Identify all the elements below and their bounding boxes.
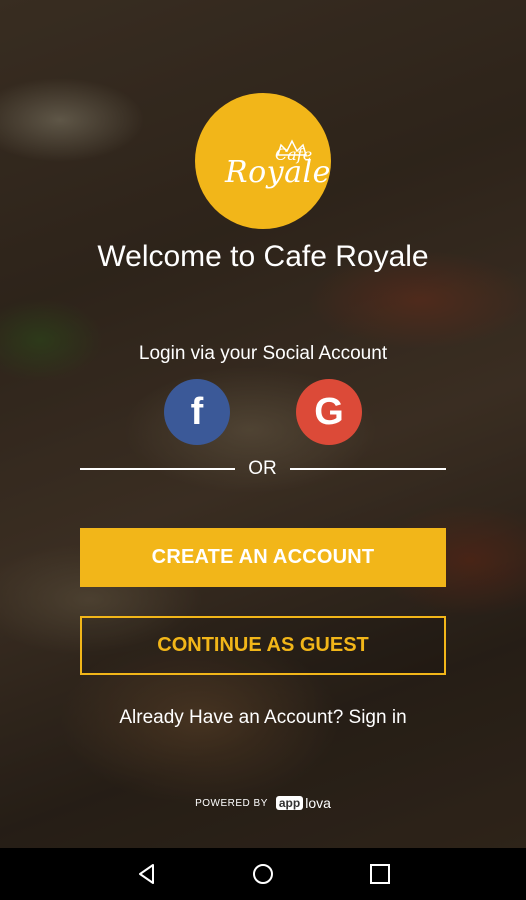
social-login-label: Login via your Social Account xyxy=(138,343,388,364)
home-icon[interactable] xyxy=(251,862,275,886)
android-navigation-bar xyxy=(0,848,526,900)
applova-text: lova xyxy=(305,795,331,811)
cafe-royale-logo: Cafe Royale xyxy=(195,93,331,229)
facebook-login-button[interactable]: f xyxy=(164,379,230,445)
facebook-icon: f xyxy=(190,390,204,433)
powered-by-text: POWERED BY xyxy=(195,797,268,809)
logo-royale-text: Royale xyxy=(225,155,331,190)
powered-by-footer: POWERED BY app lova xyxy=(0,795,526,811)
welcome-title: Welcome to Cafe Royale xyxy=(97,240,429,273)
create-account-button[interactable]: CREATE AN ACCOUNT xyxy=(80,528,446,587)
recent-apps-icon[interactable] xyxy=(368,862,392,886)
google-icon: G xyxy=(314,390,344,433)
divider-line-left xyxy=(80,468,235,470)
or-divider: OR xyxy=(80,458,446,480)
or-text: OR xyxy=(248,458,277,479)
applova-logo: app lova xyxy=(275,795,331,811)
divider-line-right xyxy=(290,468,446,470)
back-icon[interactable] xyxy=(135,862,159,886)
google-login-button[interactable]: G xyxy=(296,379,362,445)
continue-as-guest-button[interactable]: CONTINUE AS GUEST xyxy=(80,616,446,675)
applova-badge: app xyxy=(275,796,304,810)
sign-in-link[interactable]: Already Have an Account? Sign in xyxy=(0,707,526,729)
login-screen: Cafe Royale Welcome to Cafe Royale Login… xyxy=(0,0,526,848)
